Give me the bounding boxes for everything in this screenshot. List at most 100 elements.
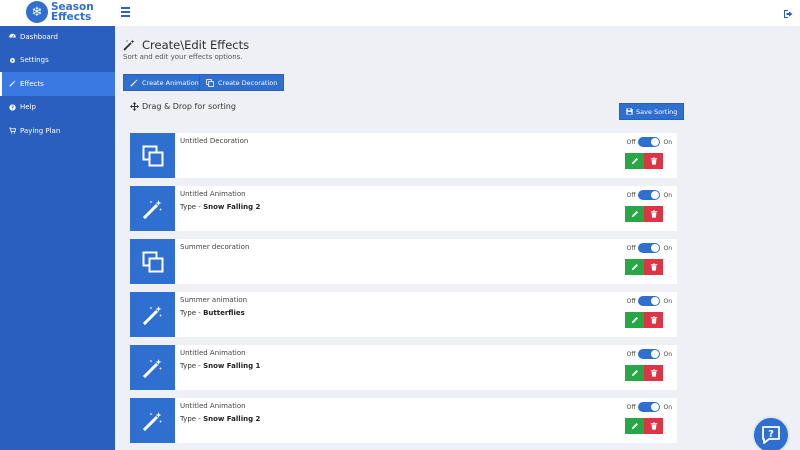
sidebar-item-effects[interactable]: Effects bbox=[0, 72, 115, 96]
enable-toggle[interactable] bbox=[638, 296, 661, 306]
magic-wand-icon bbox=[130, 345, 175, 390]
save-sorting-label: Save Sorting bbox=[636, 107, 678, 116]
effect-toggle-group: Off On bbox=[627, 137, 672, 147]
pencil-icon bbox=[631, 370, 638, 377]
edit-button[interactable] bbox=[625, 418, 644, 434]
effect-actions bbox=[625, 206, 663, 222]
effect-type-value: Snow Falling 2 bbox=[203, 415, 261, 423]
effect-toggle-group: Off On bbox=[627, 296, 672, 306]
sidebar-item-paying-plan[interactable]: Paying Plan bbox=[0, 119, 115, 143]
magic-wand-icon bbox=[130, 78, 138, 87]
trash-icon bbox=[650, 369, 657, 377]
toggle-on-label: On bbox=[663, 191, 672, 199]
create-decoration-button[interactable]: Create Decoration bbox=[199, 74, 285, 91]
effects-list: Untitled Decoration Off On Untitled Anim… bbox=[130, 133, 677, 450]
create-animation-button[interactable]: Create Animation bbox=[123, 74, 206, 91]
edit-button[interactable] bbox=[625, 365, 644, 381]
effect-type-prefix: Type - bbox=[180, 415, 204, 423]
delete-button[interactable] bbox=[644, 418, 663, 434]
enable-toggle[interactable] bbox=[638, 243, 661, 253]
clone-icon bbox=[130, 133, 175, 178]
svg-text:?: ? bbox=[11, 105, 14, 111]
page-title: Create\Edit Effects bbox=[123, 38, 249, 52]
magic-wand-icon bbox=[130, 398, 175, 443]
toggle-on-label: On bbox=[663, 297, 672, 305]
sidebar-item-dashboard[interactable]: Dashboard bbox=[0, 25, 115, 49]
effect-title: Summer decoration bbox=[180, 243, 250, 251]
toggle-on-label: On bbox=[663, 244, 672, 252]
effect-card[interactable]: Untitled Animation Type - Snow Falling 2… bbox=[130, 398, 677, 443]
drag-drop-label: Drag & Drop for sorting bbox=[142, 102, 236, 111]
pencil-icon bbox=[631, 158, 638, 165]
enable-toggle[interactable] bbox=[638, 137, 661, 147]
toggle-off-label: Off bbox=[626, 403, 636, 411]
magic-wand-icon bbox=[130, 186, 175, 231]
arrows-move-icon bbox=[130, 102, 139, 111]
effect-title: Untitled Decoration bbox=[180, 137, 249, 145]
effect-title: Summer animation bbox=[180, 296, 248, 304]
delete-button[interactable] bbox=[644, 206, 663, 222]
pencil-icon bbox=[631, 423, 638, 430]
delete-button[interactable] bbox=[644, 259, 663, 275]
effect-type: Type - Snow Falling 2 bbox=[180, 203, 260, 211]
question-bubble-icon: ? bbox=[762, 426, 780, 444]
magic-wand-icon bbox=[123, 39, 135, 51]
toggle-on-label: On bbox=[663, 138, 672, 146]
sidebar-item-help[interactable]: ? Help bbox=[0, 96, 115, 120]
trash-icon bbox=[650, 316, 657, 324]
edit-button[interactable] bbox=[625, 259, 644, 275]
gear-icon bbox=[9, 57, 16, 64]
edit-button[interactable] bbox=[625, 206, 644, 222]
delete-button[interactable] bbox=[644, 365, 663, 381]
trash-icon bbox=[650, 210, 657, 218]
effect-toggle-group: Off On bbox=[627, 190, 672, 200]
drag-drop-hint: Drag & Drop for sorting bbox=[130, 102, 236, 111]
effect-toggle-group: Off On bbox=[627, 402, 672, 412]
effect-type: Type - Snow Falling 1 bbox=[180, 362, 260, 370]
delete-button[interactable] bbox=[644, 312, 663, 328]
magic-wand-icon bbox=[9, 80, 16, 87]
main-content: Create\Edit Effects Sort and edit your e… bbox=[115, 26, 800, 450]
svg-text:?: ? bbox=[768, 429, 774, 440]
effect-card[interactable]: Summer decoration Off On bbox=[130, 239, 677, 284]
pencil-icon bbox=[631, 211, 638, 218]
effect-toggle-group: Off On bbox=[627, 243, 672, 253]
sidebar-item-label: Paying Plan bbox=[20, 126, 61, 135]
effect-card[interactable]: Untitled Decoration Off On bbox=[130, 133, 677, 178]
question-circle-icon: ? bbox=[9, 104, 16, 111]
edit-button[interactable] bbox=[625, 312, 644, 328]
effect-type: Type - Snow Falling 2 bbox=[180, 415, 260, 423]
edit-button[interactable] bbox=[625, 153, 644, 169]
effect-title: Untitled Animation bbox=[180, 190, 246, 198]
pencil-icon bbox=[631, 264, 638, 271]
toggle-on-label: On bbox=[663, 403, 672, 411]
page-title-text: Create\Edit Effects bbox=[142, 38, 250, 52]
trash-icon bbox=[650, 263, 657, 271]
effect-card[interactable]: Untitled Animation Type - Snow Falling 2… bbox=[130, 186, 677, 231]
toggle-off-label: Off bbox=[626, 350, 636, 358]
effect-type-value: Snow Falling 1 bbox=[203, 362, 261, 370]
logout-icon[interactable] bbox=[783, 5, 797, 19]
hamburger-menu-icon[interactable] bbox=[121, 5, 134, 21]
help-chat-button[interactable]: ? bbox=[752, 416, 790, 450]
page-subtitle: Sort and edit your effects options. bbox=[123, 53, 243, 61]
enable-toggle[interactable] bbox=[638, 402, 661, 412]
trash-icon bbox=[650, 422, 657, 430]
delete-button[interactable] bbox=[644, 153, 663, 169]
save-sorting-button[interactable]: Save Sorting bbox=[619, 103, 685, 120]
effect-actions bbox=[625, 153, 663, 169]
enable-toggle[interactable] bbox=[638, 349, 661, 359]
sidebar-item-label: Effects bbox=[20, 79, 44, 88]
effect-card[interactable]: Untitled Animation Type - Snow Falling 1… bbox=[130, 345, 677, 390]
effect-title: Untitled Animation bbox=[180, 349, 246, 357]
effect-card[interactable]: Summer animation Type - Butterflies Off … bbox=[130, 292, 677, 337]
sidebar-item-settings[interactable]: Settings bbox=[0, 49, 115, 73]
effect-toggle-group: Off On bbox=[627, 349, 672, 359]
sidebar-item-label: Dashboard bbox=[20, 32, 58, 41]
sidebar-item-label: Settings bbox=[20, 56, 49, 65]
magic-wand-icon bbox=[130, 292, 175, 337]
logo[interactable]: ❄ Season Effects bbox=[26, 1, 94, 23]
enable-toggle[interactable] bbox=[638, 190, 661, 200]
effect-type-prefix: Type - bbox=[180, 309, 204, 317]
toggle-off-label: Off bbox=[626, 244, 636, 252]
